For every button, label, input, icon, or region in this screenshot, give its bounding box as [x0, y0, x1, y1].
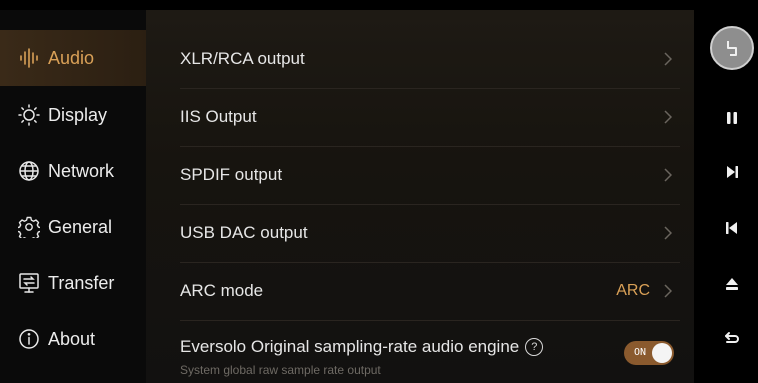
help-icon[interactable]: ?: [525, 338, 544, 356]
sidebar-item-network[interactable]: Network: [0, 143, 146, 199]
gear-icon: [18, 216, 40, 238]
row-label: SPDIF output: [180, 165, 283, 184]
sidebar-item-general[interactable]: General: [0, 199, 146, 255]
status-bar: [0, 0, 758, 10]
chevron-right-icon: [662, 283, 674, 299]
audio-engine-label: Eversolo Original sampling-rate audio en…: [180, 337, 520, 356]
sidebar-item-label: Transfer: [48, 272, 115, 293]
row-label: ARC mode: [180, 281, 264, 300]
audio-engine-toggle[interactable]: ON: [624, 341, 674, 365]
toggle-state-label: ON: [634, 347, 647, 358]
sidebar-item-label: Display: [48, 104, 108, 125]
audio-engine-text: Eversolo Original sampling-rate audio en…: [180, 337, 624, 377]
next-icon[interactable]: [718, 158, 746, 186]
xlr-rca-output-row[interactable]: XLR/RCA output: [180, 30, 680, 89]
sidebar: Audio Display Network General Transfer A…: [0, 10, 146, 383]
iis-output-row[interactable]: IIS Output: [180, 88, 680, 147]
sidebar-item-label: General: [48, 216, 113, 237]
chevron-right-icon: [662, 225, 674, 241]
waveform-icon: [18, 47, 40, 69]
settings-screen: Audio Display Network General Transfer A…: [0, 0, 758, 383]
row-label: XLR/RCA output: [180, 49, 305, 68]
sidebar-item-about[interactable]: About: [0, 311, 146, 367]
transfer-icon: [18, 272, 40, 294]
audio-engine-row: Eversolo Original sampling-rate audio en…: [180, 321, 680, 383]
sidebar-item-transfer[interactable]: Transfer: [0, 255, 146, 311]
eject-icon[interactable]: [718, 270, 746, 298]
chevron-right-icon: [662, 109, 674, 125]
pause-icon[interactable]: [718, 104, 746, 132]
globe-icon: [18, 160, 40, 182]
sidebar-item-label: About: [48, 328, 96, 349]
row-label: IIS Output: [180, 107, 257, 126]
sidebar-item-display[interactable]: Display: [0, 87, 146, 143]
info-icon: [18, 328, 40, 350]
back-icon[interactable]: [718, 324, 746, 352]
playback-controls: [694, 10, 758, 383]
row-label: USB DAC output: [180, 223, 308, 242]
usb-dac-output-row[interactable]: USB DAC output: [180, 204, 680, 263]
avatar-icon[interactable]: [710, 26, 754, 70]
sidebar-item-label: Network: [48, 160, 115, 181]
spdif-output-row[interactable]: SPDIF output: [180, 146, 680, 205]
sidebar-item-label: Audio: [48, 47, 95, 68]
audio-engine-subtitle: System global raw sample rate output: [180, 363, 381, 377]
arc-mode-value: ARC: [616, 282, 650, 299]
toggle-knob: [652, 343, 672, 363]
audio-settings-panel: XLR/RCA output IIS Output SPDIF output U…: [146, 10, 694, 383]
chevron-right-icon: [662, 167, 674, 183]
previous-icon[interactable]: [718, 214, 746, 242]
sidebar-item-audio[interactable]: Audio: [0, 30, 146, 86]
arc-mode-row[interactable]: ARC mode ARC: [180, 262, 680, 321]
chevron-right-icon: [662, 51, 674, 67]
sun-icon: [18, 104, 40, 126]
